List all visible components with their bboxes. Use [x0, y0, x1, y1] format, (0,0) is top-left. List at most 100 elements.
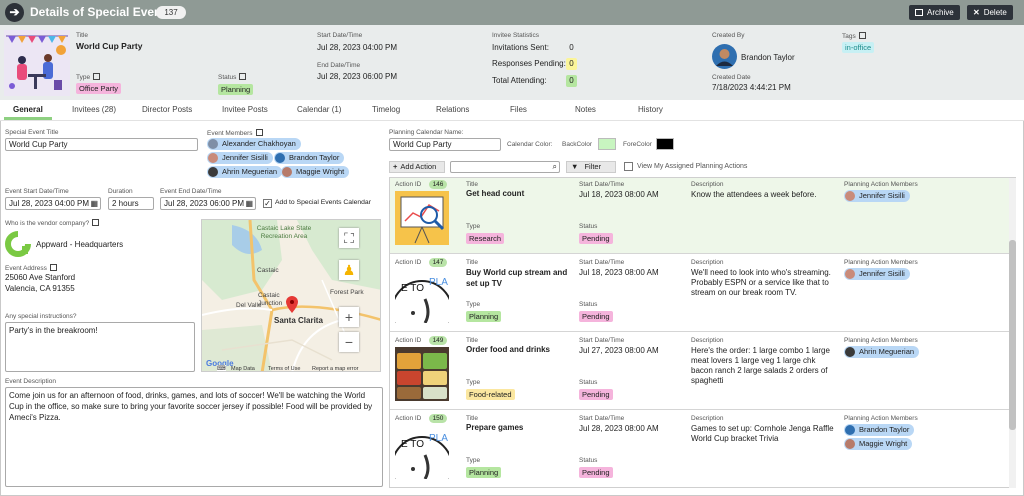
map-data-link[interactable]: Map Data [231, 366, 255, 371]
attending-value: 0 [566, 75, 577, 87]
start-datetime-label: Event Start Date/Time [5, 188, 69, 195]
tags-label: Tags [842, 32, 866, 40]
title-value: World Cup Party [76, 41, 143, 51]
action-start: Jul 28, 2023 08:00 AM [579, 424, 659, 433]
filter-button[interactable]: ▼ Filter [566, 161, 616, 173]
zoom-out-button[interactable]: − [339, 332, 359, 352]
action-image: E TO PLA [395, 269, 449, 323]
active-tab-indicator [4, 117, 52, 120]
map-report-link[interactable]: Report a map error [312, 366, 358, 371]
action-row[interactable]: Action ID 146 Title Get head count Type … [389, 177, 1015, 254]
description-textarea[interactable]: Come join us for an afternoon of food, d… [5, 387, 383, 487]
edit-type-icon[interactable] [93, 73, 101, 80]
tab-director-posts[interactable]: Director Posts [142, 105, 192, 114]
member-chip[interactable]: Ahrin Meguerian [844, 346, 920, 358]
svg-text:PLA: PLA [429, 433, 448, 444]
edit-address-icon[interactable] [49, 264, 57, 271]
add-calendar-checkbox[interactable]: ✓ [263, 199, 272, 208]
start-datetime-input[interactable]: Jul 28, 2023 04:00 PM ▦ [5, 197, 101, 210]
created-date-label: Created Date [712, 74, 751, 81]
edit-members-icon[interactable] [255, 129, 263, 136]
tab-calendar[interactable]: Calendar (1) [297, 105, 341, 114]
tab-invitee-posts[interactable]: Invitee Posts [222, 105, 268, 114]
end-datetime-input[interactable]: Jul 28, 2023 06:00 PM ▦ [160, 197, 256, 210]
instructions-textarea[interactable]: Party's in the breakroom! [5, 322, 195, 372]
action-title[interactable]: Order food and drinks [466, 345, 576, 354]
search-icon[interactable]: ⌕ [553, 162, 557, 172]
event-map[interactable]: Castaic Lake State Recreation Area Casta… [201, 219, 381, 372]
map-terms-link[interactable]: Terms of Use [268, 366, 300, 371]
tab-invitees[interactable]: Invitees (28) [72, 105, 116, 114]
edit-status-icon[interactable] [239, 73, 247, 80]
tab-files[interactable]: Files [510, 105, 527, 114]
action-start: Jul 18, 2023 08:00 AM [579, 190, 659, 199]
pegman-icon[interactable]: ♟ [339, 260, 359, 280]
member-chip[interactable]: Alexander Chakhoyan [207, 138, 301, 150]
created-date-value: 7/18/2023 4:44:21 PM [712, 83, 791, 92]
action-search-input[interactable]: ⌕ [450, 161, 560, 173]
action-title[interactable]: Get head count [466, 189, 576, 198]
event-title-input[interactable]: World Cup Party [5, 138, 198, 151]
zoom-in-button[interactable]: + [339, 307, 359, 327]
type-badge: Office Party [76, 83, 122, 94]
status-badge: Pending [579, 389, 613, 400]
member-chip[interactable]: Brandon Taylor [844, 424, 915, 436]
forecolor-swatch[interactable] [656, 138, 674, 150]
delete-button[interactable]: ✕ Delete [967, 5, 1013, 20]
action-image [395, 347, 449, 401]
edit-vendor-icon[interactable] [92, 219, 100, 226]
vendor-value[interactable]: Appward - Headquarters [36, 240, 123, 249]
backcolor-swatch[interactable] [598, 138, 616, 150]
tab-history[interactable]: History [638, 105, 663, 114]
planning-calendar-input[interactable]: World Cup Party [389, 138, 501, 151]
map-label: Del Valle [236, 302, 262, 309]
tab-general[interactable]: General [13, 105, 43, 114]
action-id-label: Action ID [395, 181, 422, 188]
members-label: Event Members [207, 129, 263, 137]
tab-notes[interactable]: Notes [575, 105, 596, 114]
edit-tags-icon[interactable] [858, 32, 866, 39]
add-action-button[interactable]: + Add Action [389, 161, 445, 173]
calendar-icon[interactable]: ▦ [245, 198, 253, 209]
action-id-badge: 146 [429, 180, 447, 189]
action-description: Know the attendees a week before. [691, 190, 817, 199]
tab-timelog[interactable]: Timelog [372, 105, 400, 114]
member-chip[interactable]: Maggie Wright [281, 166, 350, 178]
fullscreen-icon[interactable]: ⛶ [339, 228, 359, 248]
member-chip[interactable]: Jennifer Sisilli [844, 190, 910, 202]
creator-avatar [712, 44, 737, 69]
map-pin-icon[interactable] [286, 296, 298, 313]
avatar [282, 167, 292, 177]
member-chip[interactable]: Maggie Wright [844, 438, 913, 450]
my-actions-checkbox[interactable] [624, 162, 633, 171]
planning-calendar-label: Planning Calendar Name: [389, 129, 464, 136]
keyboard-icon[interactable]: ⌨ [217, 365, 226, 371]
calendar-color-label: Calendar Color: [507, 141, 553, 148]
address-label: Event Address [5, 264, 57, 272]
duration-input[interactable]: 2 hours [108, 197, 154, 210]
record-count-badge: 137 [156, 6, 186, 19]
member-chip[interactable]: Jennifer Sisilli [844, 268, 910, 280]
map-label: Forest Park [330, 289, 364, 296]
action-row[interactable]: Action ID 150 E TO PLA Title Prepare gam… [389, 411, 1015, 488]
member-chip[interactable]: Ahrin Meguerian [207, 166, 283, 178]
tab-relations[interactable]: Relations [436, 105, 469, 114]
archive-button[interactable]: Archive [909, 5, 960, 20]
calendar-icon[interactable]: ▦ [90, 198, 98, 209]
event-title-label: Special Event Title [5, 129, 59, 136]
back-arrow-icon[interactable]: ➔ [5, 3, 24, 22]
map-label: Santa Clarita [274, 316, 323, 325]
action-row[interactable]: Action ID 147 E TO PLA Title Buy World c… [389, 255, 1015, 332]
action-description: We'll need to look into who's streaming.… [691, 268, 831, 297]
tag-badge: in-office [842, 42, 875, 53]
action-row[interactable]: Action ID 149 Title Order food and drink… [389, 333, 1015, 410]
page-title: Details of Special Event [30, 5, 166, 19]
vendor-logo [5, 231, 31, 257]
action-title[interactable]: Buy World cup stream and set up TV [466, 267, 576, 289]
action-title[interactable]: Prepare games [466, 423, 576, 432]
status-badge: Pending [579, 233, 613, 244]
member-chip[interactable]: Brandon Taylor [274, 152, 345, 164]
scrollbar-thumb[interactable] [1009, 240, 1016, 430]
member-chip[interactable]: Jennifer Sisilli [207, 152, 273, 164]
type-badge: Food-related [466, 389, 515, 400]
